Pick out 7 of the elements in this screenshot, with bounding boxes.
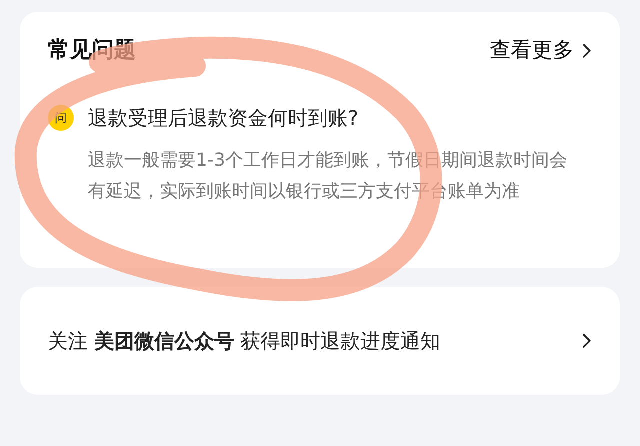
follow-banner[interactable]: 关注 美团微信公众号 获得即时退款进度通知 xyxy=(20,287,620,395)
chevron-right-icon xyxy=(582,333,592,349)
section-title: 常见问题 xyxy=(48,37,136,65)
follow-text: 关注 美团微信公众号 获得即时退款进度通知 xyxy=(48,328,441,355)
faq-question[interactable]: 退款受理后退款资金何时到账? xyxy=(88,103,359,133)
see-more-link[interactable]: 查看更多 xyxy=(490,34,592,66)
chevron-right-icon xyxy=(582,42,592,58)
